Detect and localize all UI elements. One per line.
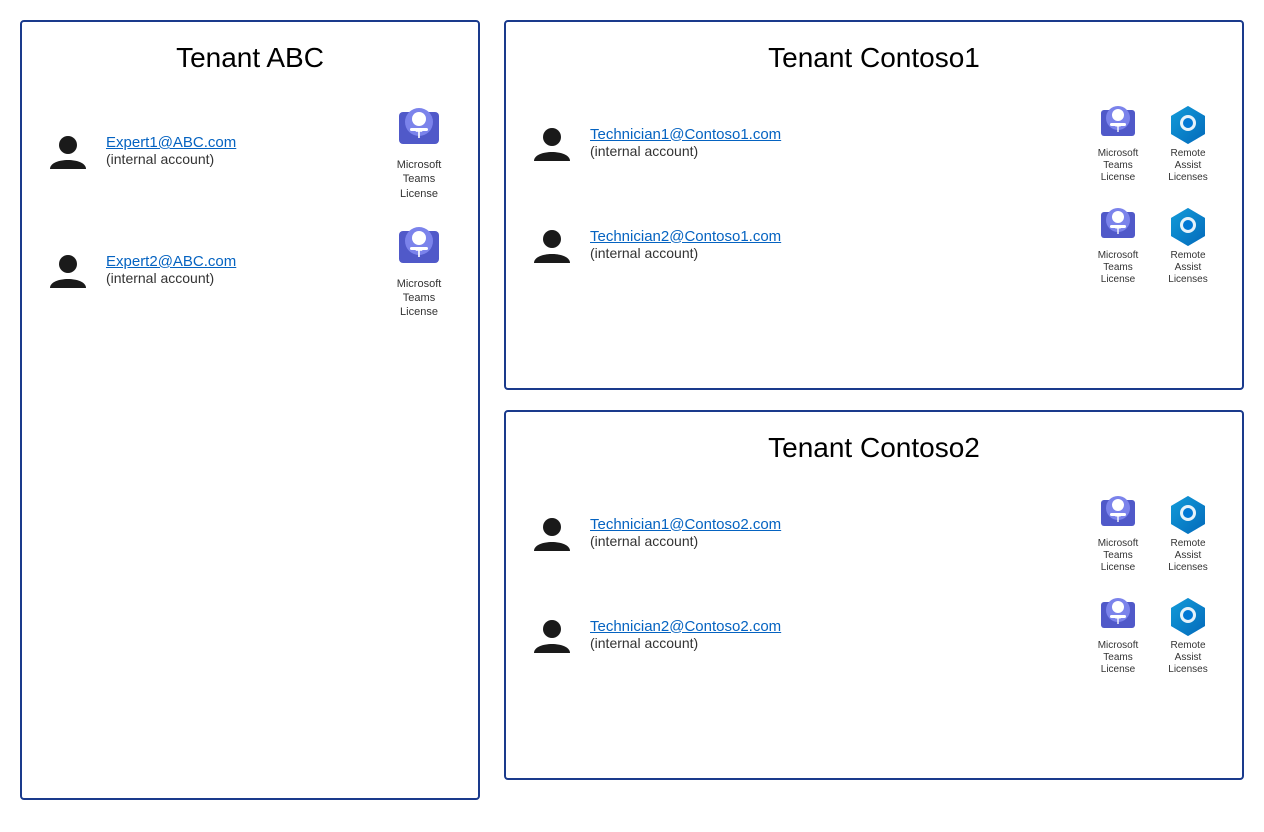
expert1-teams-license: T Microsoft Teams License bbox=[384, 102, 454, 201]
tech1-c1-email[interactable]: Technician1@Contoso1.com bbox=[590, 126, 1064, 143]
expert2-teams-label: Microsoft Teams License bbox=[384, 277, 454, 320]
tech2-c1-licenses: T Microsoft Teams License bbox=[1088, 204, 1218, 286]
svg-text:T: T bbox=[416, 129, 423, 141]
remote-assist-icon-tech1-c2 bbox=[1167, 492, 1209, 534]
tech1-c1-remote-license: Remote Assist Licenses bbox=[1158, 102, 1218, 184]
teams-icon-tech1-c2: T bbox=[1097, 492, 1139, 534]
main-layout: Tenant ABC Expert1@ABC.com (internal acc… bbox=[20, 20, 1244, 812]
tech2-c2-account: (internal account) bbox=[590, 635, 698, 651]
tenant-abc-box: Tenant ABC Expert1@ABC.com (internal acc… bbox=[20, 20, 480, 800]
user-row-tech2-c2: Technician2@Contoso2.com (internal accou… bbox=[530, 594, 1218, 676]
svg-text:T: T bbox=[1115, 616, 1121, 626]
user-row-expert2: Expert2@ABC.com (internal account) T Mic… bbox=[46, 221, 454, 320]
tech2-c1-teams-label: Microsoft Teams License bbox=[1088, 250, 1148, 286]
remote-assist-icon-tech2-c2 bbox=[1167, 594, 1209, 636]
user-icon-expert1 bbox=[46, 129, 90, 173]
tech2-c1-email[interactable]: Technician2@Contoso1.com bbox=[590, 228, 1064, 245]
tech2-c2-teams-license: T Microsoft Teams License bbox=[1088, 594, 1148, 676]
user-icon-expert2 bbox=[46, 248, 90, 292]
right-column: Tenant Contoso1 Technician1@Contoso1.com… bbox=[504, 20, 1244, 780]
teams-icon-expert2: T bbox=[393, 221, 445, 273]
teams-icon-tech2-c1: T bbox=[1097, 204, 1139, 246]
tech2-c1-account: (internal account) bbox=[590, 245, 698, 261]
tech2-c2-remote-license: Remote Assist Licenses bbox=[1158, 594, 1218, 676]
tech1-c2-account: (internal account) bbox=[590, 533, 698, 549]
tech1-c2-remote-label: Remote Assist Licenses bbox=[1158, 538, 1218, 574]
tech1-c2-licenses: T Microsoft Teams License bbox=[1088, 492, 1218, 574]
teams-icon-tech1-c1: T bbox=[1097, 102, 1139, 144]
teams-icon-expert1: T bbox=[393, 102, 445, 154]
tech2-c2-email[interactable]: Technician2@Contoso2.com bbox=[590, 618, 1064, 635]
tech2-c1-remote-label: Remote Assist Licenses bbox=[1158, 250, 1218, 286]
teams-icon-tech2-c2: T bbox=[1097, 594, 1139, 636]
user-info-tech2-c1: Technician2@Contoso1.com (internal accou… bbox=[590, 228, 1064, 263]
tech1-c2-teams-label: Microsoft Teams License bbox=[1088, 538, 1148, 574]
svg-text:T: T bbox=[1115, 514, 1121, 524]
user-row-expert1: Expert1@ABC.com (internal account) T Mic… bbox=[46, 102, 454, 201]
tenant-abc-title: Tenant ABC bbox=[46, 42, 454, 74]
user-icon-tech2-c2 bbox=[530, 613, 574, 657]
user-info-expert2: Expert2@ABC.com (internal account) bbox=[106, 253, 352, 288]
expert1-teams-label: Microsoft Teams License bbox=[384, 158, 454, 201]
svg-text:T: T bbox=[1115, 124, 1121, 134]
user-info-tech1-c1: Technician1@Contoso1.com (internal accou… bbox=[590, 126, 1064, 161]
svg-text:T: T bbox=[1115, 226, 1121, 236]
remote-assist-icon-tech2-c1 bbox=[1167, 204, 1209, 246]
tech1-c1-remote-label: Remote Assist Licenses bbox=[1158, 148, 1218, 184]
tenant-contoso1-box: Tenant Contoso1 Technician1@Contoso1.com… bbox=[504, 20, 1244, 390]
user-icon-tech1-c2 bbox=[530, 511, 574, 555]
tech2-c1-remote-license: Remote Assist Licenses bbox=[1158, 204, 1218, 286]
user-row-tech1-c1: Technician1@Contoso1.com (internal accou… bbox=[530, 102, 1218, 184]
user-info-expert1: Expert1@ABC.com (internal account) bbox=[106, 134, 352, 169]
expert1-email[interactable]: Expert1@ABC.com bbox=[106, 134, 352, 151]
tenant-contoso2-box: Tenant Contoso2 Technician1@Contoso2.com… bbox=[504, 410, 1244, 780]
remote-assist-icon-tech1-c1 bbox=[1167, 102, 1209, 144]
tech2-c2-licenses: T Microsoft Teams License bbox=[1088, 594, 1218, 676]
tech1-c2-remote-license: Remote Assist Licenses bbox=[1158, 492, 1218, 574]
tech1-c1-licenses: T Microsoft Teams License bbox=[1088, 102, 1218, 184]
expert2-account: (internal account) bbox=[106, 270, 214, 286]
tech1-c1-teams-license: T Microsoft Teams License bbox=[1088, 102, 1148, 184]
tech1-c2-teams-license: T Microsoft Teams License bbox=[1088, 492, 1148, 574]
svg-text:T: T bbox=[416, 248, 423, 260]
user-icon-tech1-c1 bbox=[530, 121, 574, 165]
expert2-teams-license: T Microsoft Teams License bbox=[384, 221, 454, 320]
tenant-contoso1-title: Tenant Contoso1 bbox=[530, 42, 1218, 74]
tech1-c2-email[interactable]: Technician1@Contoso2.com bbox=[590, 516, 1064, 533]
user-icon-tech2-c1 bbox=[530, 223, 574, 267]
user-row-tech2-c1: Technician2@Contoso1.com (internal accou… bbox=[530, 204, 1218, 286]
tech2-c2-remote-label: Remote Assist Licenses bbox=[1158, 640, 1218, 676]
expert2-email[interactable]: Expert2@ABC.com bbox=[106, 253, 352, 270]
tech1-c1-teams-label: Microsoft Teams License bbox=[1088, 148, 1148, 184]
tech2-c1-teams-license: T Microsoft Teams License bbox=[1088, 204, 1148, 286]
user-row-tech1-c2: Technician1@Contoso2.com (internal accou… bbox=[530, 492, 1218, 574]
user-info-tech2-c2: Technician2@Contoso2.com (internal accou… bbox=[590, 618, 1064, 653]
expert1-account: (internal account) bbox=[106, 151, 214, 167]
user-info-tech1-c2: Technician1@Contoso2.com (internal accou… bbox=[590, 516, 1064, 551]
tenant-contoso2-title: Tenant Contoso2 bbox=[530, 432, 1218, 464]
tech1-c1-account: (internal account) bbox=[590, 143, 698, 159]
tech2-c2-teams-label: Microsoft Teams License bbox=[1088, 640, 1148, 676]
